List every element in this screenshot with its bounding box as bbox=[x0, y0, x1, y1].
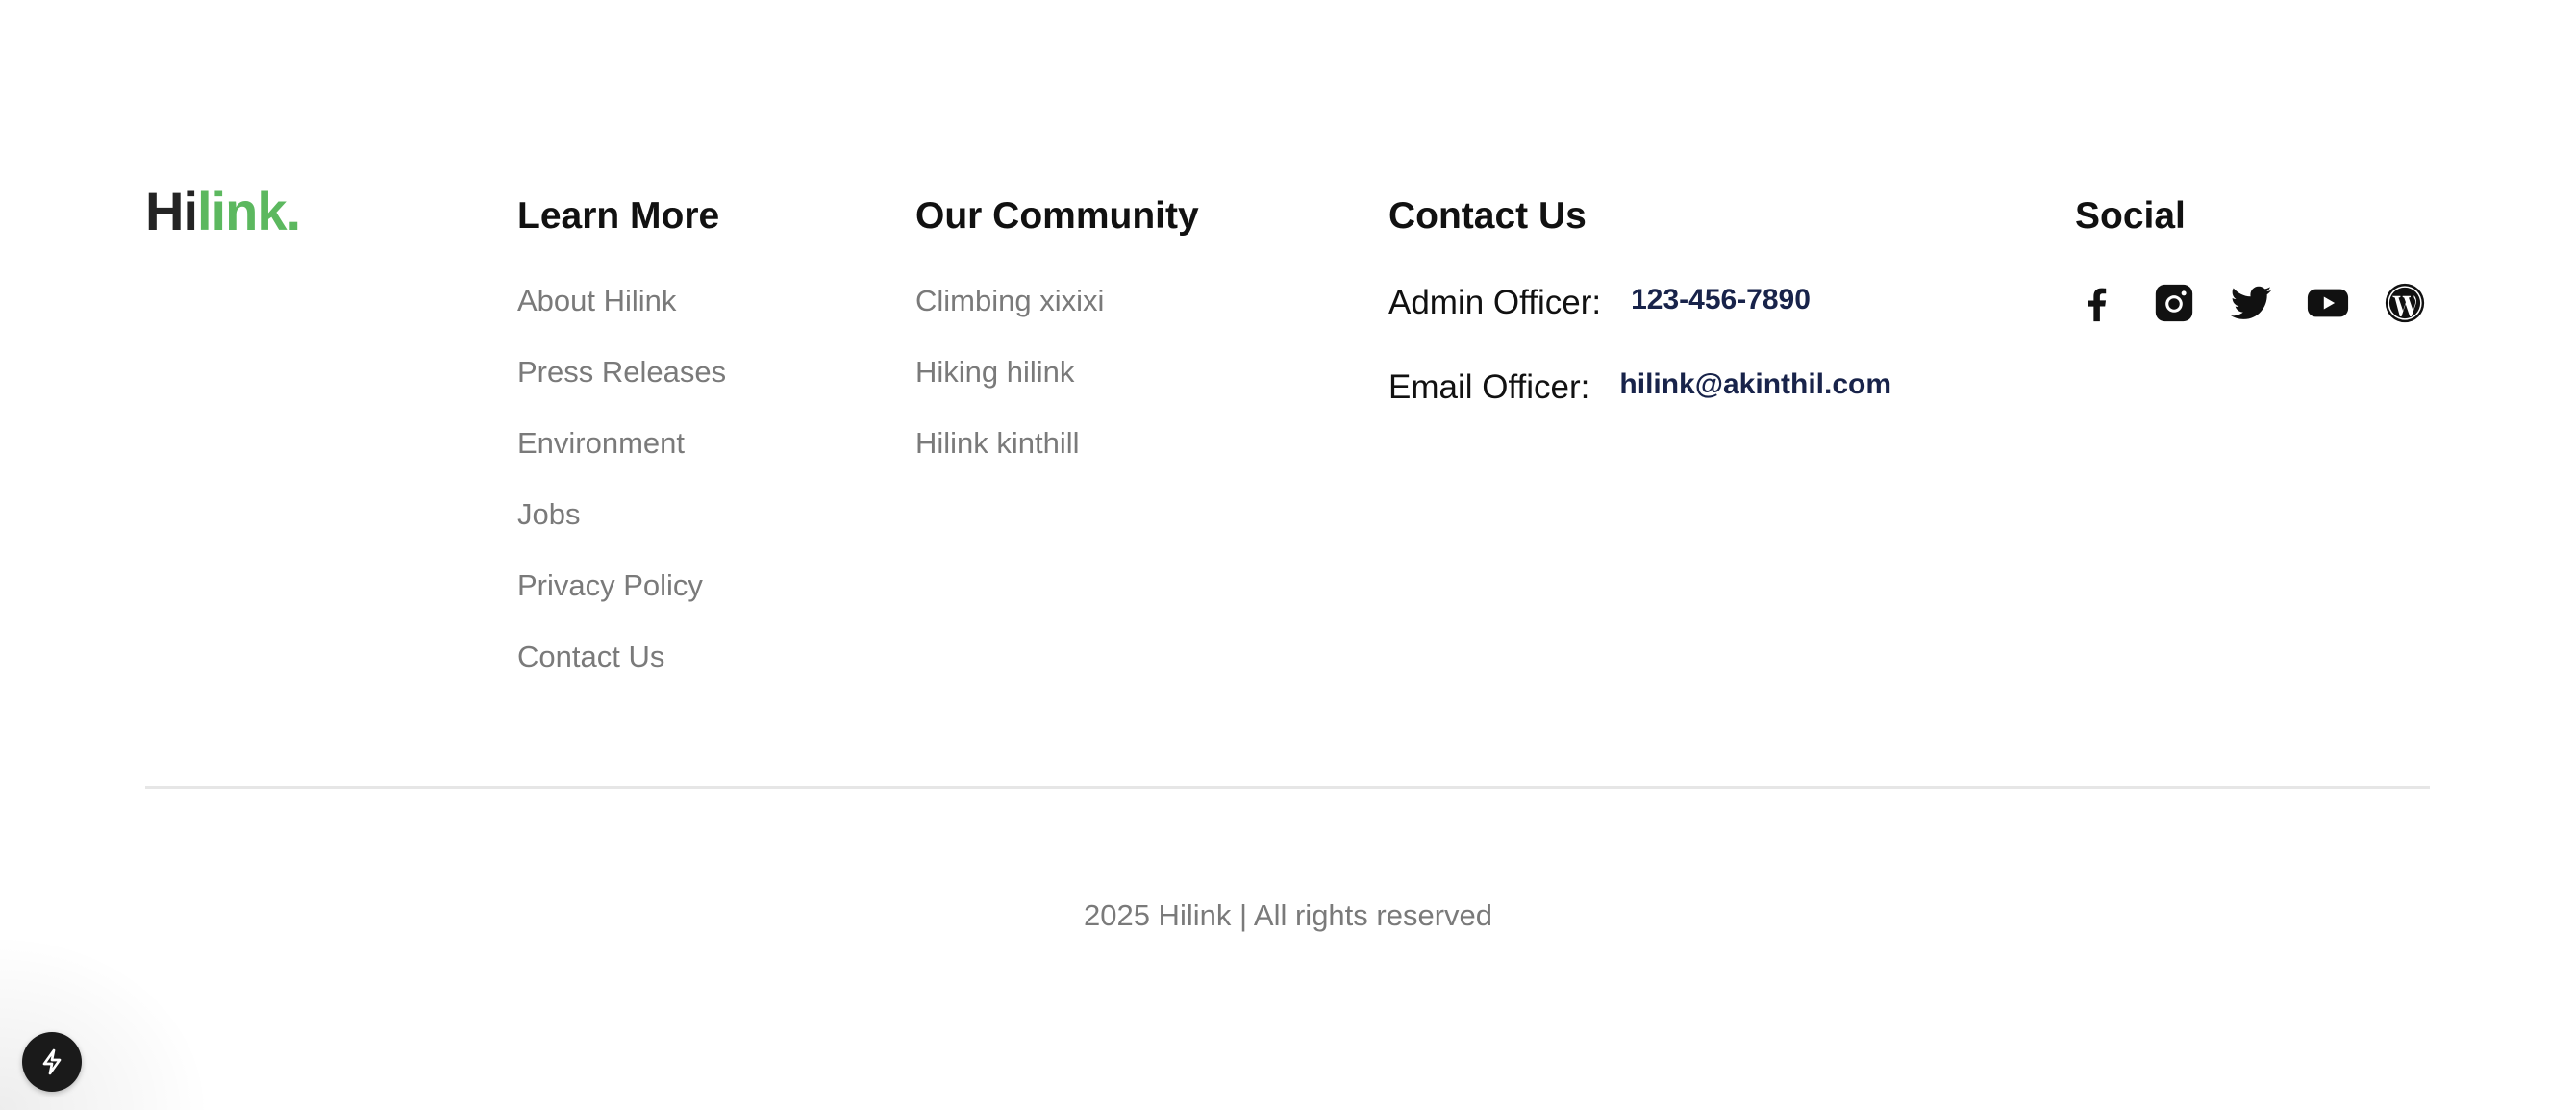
link-press-releases[interactable]: Press Releases bbox=[517, 348, 726, 396]
wordpress-icon[interactable] bbox=[2383, 281, 2427, 325]
floating-action-button[interactable] bbox=[22, 1032, 82, 1092]
youtube-icon[interactable] bbox=[2306, 281, 2350, 325]
instagram-icon[interactable] bbox=[2152, 281, 2196, 325]
learn-more-column: Learn More About Hilink Press Releases E… bbox=[517, 192, 726, 673]
list-item: Press Releases bbox=[517, 348, 726, 419]
community-column: Our Community Climbing xixixi Hiking hil… bbox=[915, 192, 1199, 460]
social-column: Social bbox=[2075, 192, 2425, 323]
community-links: Climbing xixixi Hiking hilink Hilink kin… bbox=[915, 277, 1104, 491]
contact-column: Contact Us Admin Officer: 123-456-7890 E… bbox=[1388, 192, 1891, 406]
copyright-text: 2025 Hilink | All rights reserved bbox=[1083, 898, 1493, 932]
link-about-hilink[interactable]: About Hilink bbox=[517, 277, 676, 325]
list-item: Hilink kinthill bbox=[915, 419, 1104, 491]
learn-more-links: About Hilink Press Releases Environment … bbox=[517, 277, 726, 704]
community-heading: Our Community bbox=[915, 195, 1199, 237]
lightning-bolt-icon bbox=[42, 1048, 62, 1075]
list-item: Hiking hilink bbox=[915, 348, 1104, 419]
link-hilink-kinthill[interactable]: Hilink kinthill bbox=[915, 419, 1080, 467]
list-item: About Hilink bbox=[517, 277, 726, 348]
twitter-icon[interactable] bbox=[2229, 281, 2273, 325]
admin-officer-label: Admin Officer: bbox=[1388, 284, 1602, 321]
contact-heading: Contact Us bbox=[1388, 195, 1587, 237]
link-contact-us[interactable]: Contact Us bbox=[517, 633, 664, 681]
link-environment[interactable]: Environment bbox=[517, 419, 685, 467]
footer-divider bbox=[145, 786, 2430, 789]
email-officer-label: Email Officer: bbox=[1388, 368, 1590, 406]
logo-main-text: Hi bbox=[145, 181, 198, 241]
list-item: Contact Us bbox=[517, 633, 726, 704]
brand-logo[interactable]: Hilink. bbox=[145, 181, 301, 242]
logo-accent-text: link. bbox=[197, 181, 301, 241]
social-icons bbox=[2075, 281, 2427, 325]
learn-more-heading: Learn More bbox=[517, 195, 720, 237]
list-item: Jobs bbox=[517, 491, 726, 562]
social-heading: Social bbox=[2075, 195, 2186, 237]
link-hiking-hilink[interactable]: Hiking hilink bbox=[915, 348, 1074, 396]
admin-officer-row: Admin Officer: 123-456-7890 bbox=[1388, 279, 1811, 327]
admin-phone-link[interactable]: 123-456-7890 bbox=[1631, 284, 1811, 316]
list-item: Privacy Policy bbox=[517, 562, 726, 633]
link-jobs[interactable]: Jobs bbox=[517, 491, 580, 539]
link-climbing-xixixi[interactable]: Climbing xixixi bbox=[915, 277, 1104, 325]
footer-page: Hilink. Learn More About Hilink Press Re… bbox=[0, 0, 2576, 1110]
link-privacy-policy[interactable]: Privacy Policy bbox=[517, 562, 703, 610]
facebook-icon[interactable] bbox=[2075, 281, 2119, 325]
email-officer-row: Email Officer: hilink@akinthil.com bbox=[1388, 364, 1891, 412]
list-item: Environment bbox=[517, 419, 726, 491]
list-item: Climbing xixixi bbox=[915, 277, 1104, 348]
email-link[interactable]: hilink@akinthil.com bbox=[1619, 368, 1891, 401]
